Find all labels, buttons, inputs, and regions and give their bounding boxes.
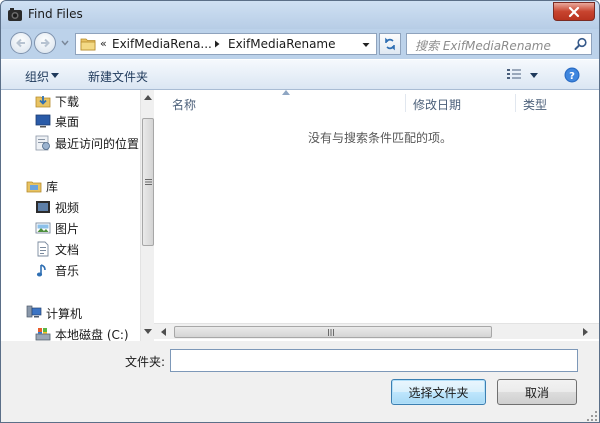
arrow-right-icon	[41, 38, 50, 48]
folder-name-input[interactable]	[170, 349, 578, 372]
search-placeholder[interactable]: 搜索 ExifMediaRename	[415, 37, 551, 54]
organize-menu[interactable]: 组织	[25, 68, 49, 85]
column-header-type[interactable]: 类型	[523, 96, 547, 113]
scrollbar-thumb[interactable]	[142, 118, 154, 246]
local-disk-icon	[35, 328, 51, 341]
close-button[interactable]	[553, 2, 595, 21]
select-folder-button[interactable]: 选择文件夹	[391, 379, 486, 405]
refresh-icon	[385, 37, 395, 51]
svg-text:?: ?	[569, 71, 575, 82]
music-icon	[36, 264, 46, 277]
back-button[interactable]	[10, 32, 32, 54]
navigation-pane-scrollbar[interactable]	[140, 90, 154, 341]
folder-icon	[80, 38, 96, 51]
file-list-horizontal-scrollbar[interactable]	[154, 323, 599, 339]
sidebar-item-desktop[interactable]: 桌面	[35, 112, 79, 130]
empty-results-message: 没有与搜索条件匹配的项。	[308, 131, 453, 145]
organize-dropdown-icon[interactable]	[51, 73, 59, 78]
column-divider[interactable]	[515, 94, 516, 112]
scroll-left-icon[interactable]	[160, 328, 166, 336]
scroll-up-icon[interactable]	[144, 94, 152, 100]
scrollbar-thumb[interactable]	[174, 326, 492, 338]
column-header-date-modified[interactable]: 修改日期	[413, 96, 461, 113]
sidebar-item-documents[interactable]: 文档	[35, 240, 79, 258]
address-dropdown-icon[interactable]	[362, 41, 370, 49]
recent-pages-dropdown-icon[interactable]	[61, 39, 69, 47]
help-icon[interactable]: ?	[564, 67, 580, 83]
resize-grip-icon[interactable]	[587, 411, 597, 421]
pictures-icon	[35, 222, 51, 234]
scrollbar-grip-icon	[145, 179, 152, 185]
navigation-bar: « ExifMediaRena... ExifMediaRename 搜索 Ex…	[1, 29, 599, 59]
find-files-dialog: Find Files « ExifMediaRena... ExifMediaR…	[0, 0, 600, 423]
documents-icon	[37, 241, 49, 257]
sidebar-item-videos[interactable]: 视频	[35, 198, 79, 216]
forward-button[interactable]	[34, 32, 56, 54]
libraries-icon	[26, 181, 42, 193]
title-bar: Find Files	[1, 1, 599, 29]
column-header-name[interactable]: 名称	[172, 96, 196, 113]
column-divider[interactable]	[405, 94, 406, 112]
view-options-icon[interactable]	[507, 69, 521, 81]
search-box[interactable]: 搜索 ExifMediaRename	[406, 33, 592, 55]
scroll-right-icon[interactable]	[583, 328, 589, 336]
videos-icon	[36, 201, 50, 213]
sort-ascending-icon	[282, 90, 290, 95]
window-title: Find Files	[28, 7, 83, 21]
sidebar-item-label: 库	[46, 179, 59, 194]
cancel-button[interactable]: 取消	[497, 379, 577, 405]
sidebar-item-computer[interactable]: 计算机	[26, 304, 82, 322]
close-icon	[568, 6, 580, 17]
scroll-down-icon[interactable]	[144, 329, 152, 335]
sidebar-item-pictures[interactable]: 图片	[35, 219, 79, 237]
download-folder-icon	[35, 96, 51, 108]
sidebar-item-label: 最近访问的位置	[55, 136, 140, 151]
address-segment-current[interactable]: ExifMediaRename	[228, 37, 336, 51]
sidebar-item-label: 桌面	[55, 114, 80, 129]
sidebar-item-music[interactable]: 音乐	[35, 261, 79, 279]
refresh-button[interactable]	[379, 33, 401, 55]
address-segment-parent[interactable]: ExifMediaRena...	[112, 37, 212, 51]
computer-icon	[26, 305, 42, 318]
address-overflow-chevron[interactable]: «	[100, 37, 107, 50]
app-icon	[8, 8, 22, 21]
sidebar-item-downloads[interactable]: 下载	[35, 92, 79, 110]
sidebar-item-libraries[interactable]: 库	[26, 177, 58, 195]
desktop-icon	[35, 114, 51, 128]
sidebar-item-label: 下载	[55, 94, 80, 109]
address-bar[interactable]: « ExifMediaRena... ExifMediaRename	[75, 33, 377, 55]
sidebar-item-label: 视频	[55, 200, 80, 215]
new-folder-button[interactable]: 新建文件夹	[88, 68, 148, 85]
sidebar-item-label: 文档	[55, 242, 80, 257]
command-toolbar: 组织 新建文件夹 ?	[1, 59, 599, 90]
sidebar-item-label: 本地磁盘 (C:)	[55, 327, 129, 342]
view-dropdown-icon[interactable]	[530, 73, 538, 78]
arrow-left-icon	[16, 38, 25, 48]
breadcrumb-arrow-icon[interactable]	[213, 40, 221, 48]
folder-field-label: 文件夹:	[125, 355, 166, 369]
dialog-footer: 文件夹: 选择文件夹 取消	[1, 341, 599, 422]
search-icon[interactable]	[574, 37, 588, 51]
sidebar-item-recent-places[interactable]: 最近访问的位置	[35, 134, 139, 152]
sidebar-item-label: 音乐	[55, 263, 80, 278]
file-list[interactable]: 名称 修改日期 类型 没有与搜索条件匹配的项。	[154, 90, 599, 341]
sidebar-item-label: 计算机	[46, 306, 83, 321]
recent-places-icon	[35, 135, 50, 151]
scrollbar-grip-icon	[328, 329, 334, 336]
navigation-pane: 下载 桌面 最近访问的位置 库 视频 图片 文档 音乐 计算机 本地磁盘 (C:…	[1, 90, 140, 342]
sidebar-item-label: 图片	[55, 221, 80, 236]
